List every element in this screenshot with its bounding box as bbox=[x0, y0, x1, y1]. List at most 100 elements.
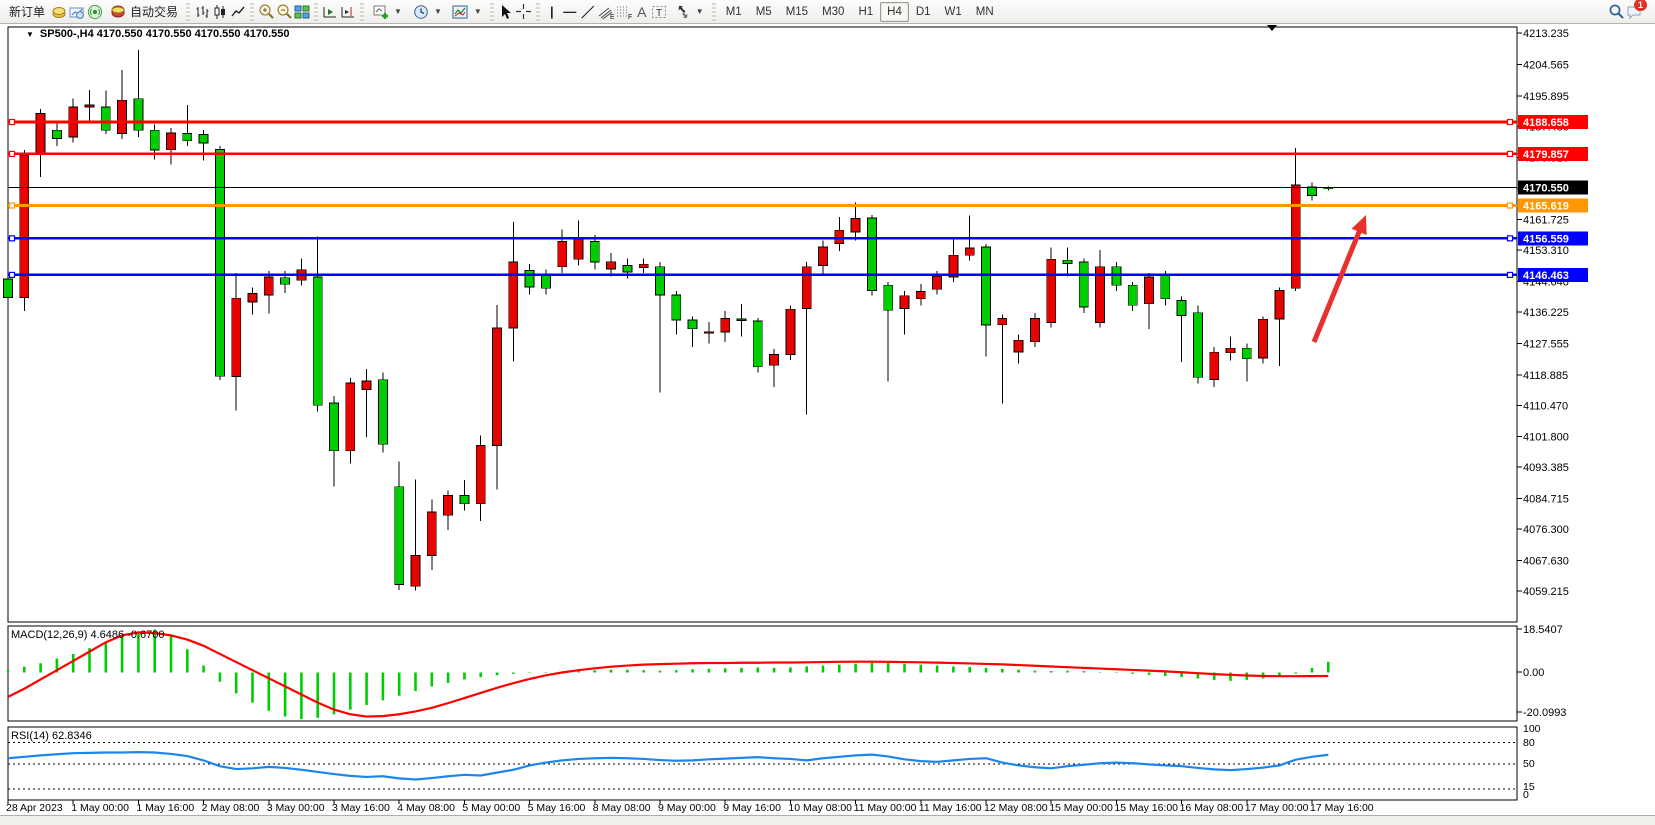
svg-text:5 May 16:00: 5 May 16:00 bbox=[528, 802, 586, 814]
arrows-button[interactable]: ▼ bbox=[669, 2, 709, 22]
arrows-icon bbox=[674, 3, 692, 20]
statusbar bbox=[0, 815, 1655, 825]
tab-timeframe-m5[interactable]: M5 bbox=[749, 2, 779, 22]
svg-text:0: 0 bbox=[1523, 789, 1529, 801]
main-toolbar: 新订单 自动交易 ▼ bbox=[0, 0, 1655, 24]
fibo-channel-icon[interactable]: E bbox=[597, 3, 615, 20]
zoom-in-icon[interactable] bbox=[257, 3, 275, 20]
svg-text:4118.885: 4118.885 bbox=[1523, 370, 1568, 382]
bar-chart-icon[interactable] bbox=[193, 3, 211, 20]
template-icon bbox=[452, 3, 470, 20]
tab-timeframe-w1[interactable]: W1 bbox=[938, 2, 969, 22]
svg-text:8 May 08:00: 8 May 08:00 bbox=[593, 802, 651, 814]
chat-icon[interactable]: 1 bbox=[1625, 3, 1643, 20]
svg-text:T: T bbox=[656, 8, 662, 19]
cursor-icon[interactable] bbox=[497, 3, 515, 20]
svg-text:4101.800: 4101.800 bbox=[1523, 432, 1569, 444]
tab-timeframe-d1[interactable]: D1 bbox=[909, 2, 938, 22]
label-icon[interactable]: T bbox=[651, 3, 669, 20]
svg-text:4156.559: 4156.559 bbox=[1523, 233, 1569, 245]
tab-timeframe-h1[interactable]: H1 bbox=[851, 2, 880, 22]
svg-text:4067.630: 4067.630 bbox=[1523, 556, 1569, 568]
svg-text:4195.895: 4195.895 bbox=[1523, 91, 1569, 103]
tab-timeframe-m15[interactable]: M15 bbox=[779, 2, 815, 22]
svg-text:4084.715: 4084.715 bbox=[1523, 494, 1569, 506]
svg-text:4 May 08:00: 4 May 08:00 bbox=[397, 802, 455, 814]
svg-text:4213.235: 4213.235 bbox=[1523, 28, 1569, 40]
chart-title[interactable]: ▼ SP500-,H4 4170.550 4170.550 4170.550 4… bbox=[26, 28, 289, 40]
svg-text:0.00: 0.00 bbox=[1523, 667, 1544, 679]
chart-shift-icon[interactable] bbox=[321, 3, 339, 20]
svg-text:3 May 16:00: 3 May 16:00 bbox=[332, 802, 390, 814]
macd-indicator-label: MACD(12,26,9) 4.6486 -0.6700 bbox=[11, 629, 164, 641]
horizontal-line-icon[interactable]: — bbox=[561, 3, 579, 20]
accounts-icon[interactable] bbox=[68, 3, 86, 20]
svg-text:4153.310: 4153.310 bbox=[1523, 245, 1569, 257]
svg-text:4110.470: 4110.470 bbox=[1523, 400, 1568, 412]
svg-text:17 May 00:00: 17 May 00:00 bbox=[1245, 802, 1309, 814]
tab-timeframe-m1[interactable]: M1 bbox=[719, 2, 749, 22]
svg-text:4146.463: 4146.463 bbox=[1523, 270, 1569, 282]
svg-text:3 May 00:00: 3 May 00:00 bbox=[267, 802, 325, 814]
zoom-out-icon[interactable] bbox=[275, 3, 293, 20]
chevron-down-icon: ▼ bbox=[26, 30, 34, 39]
text-icon[interactable]: A bbox=[633, 3, 651, 20]
svg-text:4136.225: 4136.225 bbox=[1523, 307, 1569, 319]
signal-icon[interactable] bbox=[86, 3, 104, 20]
svg-text:50: 50 bbox=[1523, 758, 1535, 770]
rsi-indicator-label: RSI(14) 62.8346 bbox=[11, 730, 92, 742]
svg-text:1 May 00:00: 1 May 00:00 bbox=[71, 802, 129, 814]
svg-text:9 May 16:00: 9 May 16:00 bbox=[723, 802, 781, 814]
new-chart-button[interactable]: ▼ bbox=[367, 2, 407, 22]
chart-canvas[interactable]: 4213.2354204.5654195.8954187.4804178.810… bbox=[0, 0, 1655, 825]
tile-windows-icon[interactable] bbox=[293, 3, 311, 20]
svg-text:15 May 16:00: 15 May 16:00 bbox=[1114, 802, 1178, 814]
new-order-button[interactable]: 新订单 bbox=[4, 2, 50, 22]
new-order-icon[interactable] bbox=[50, 3, 68, 20]
svg-text:18.5407: 18.5407 bbox=[1523, 624, 1563, 636]
line-chart-icon[interactable] bbox=[229, 3, 247, 20]
svg-text:9 May 00:00: 9 May 00:00 bbox=[658, 802, 716, 814]
svg-text:4179.857: 4179.857 bbox=[1523, 149, 1569, 161]
svg-text:15 May 00:00: 15 May 00:00 bbox=[1049, 802, 1113, 814]
chart-autoscroll-icon[interactable] bbox=[339, 3, 357, 20]
vertical-line-icon[interactable]: | bbox=[543, 3, 561, 20]
svg-text:4170.550: 4170.550 bbox=[1523, 183, 1569, 195]
svg-text:16 May 08:00: 16 May 08:00 bbox=[1180, 802, 1244, 814]
template-button[interactable]: ▼ bbox=[447, 2, 487, 22]
tab-timeframe-mn[interactable]: MN bbox=[969, 2, 1001, 22]
autotrade-icon bbox=[109, 3, 127, 20]
notification-badge: 1 bbox=[1634, 0, 1647, 11]
svg-text:10 May 08:00: 10 May 08:00 bbox=[788, 802, 852, 814]
svg-text:4204.565: 4204.565 bbox=[1523, 59, 1569, 71]
search-icon[interactable] bbox=[1607, 3, 1625, 20]
tab-timeframe-m30[interactable]: M30 bbox=[815, 2, 851, 22]
svg-text:1 May 16:00: 1 May 16:00 bbox=[136, 802, 194, 814]
period-button[interactable]: ▼ bbox=[407, 2, 447, 22]
svg-text:F: F bbox=[628, 14, 632, 20]
svg-text:4127.555: 4127.555 bbox=[1523, 338, 1569, 350]
svg-text:4059.215: 4059.215 bbox=[1523, 586, 1569, 598]
svg-text:4188.658: 4188.658 bbox=[1523, 117, 1569, 129]
period-icon bbox=[412, 3, 430, 20]
new-chart-icon bbox=[372, 3, 390, 20]
svg-text:5 May 00:00: 5 May 00:00 bbox=[462, 802, 520, 814]
autotrade-button[interactable]: 自动交易 bbox=[104, 2, 183, 22]
svg-text:4093.385: 4093.385 bbox=[1523, 462, 1569, 474]
candlestick-icon[interactable] bbox=[211, 3, 229, 20]
svg-text:80: 80 bbox=[1523, 737, 1535, 749]
svg-text:17 May 16:00: 17 May 16:00 bbox=[1310, 802, 1374, 814]
fibo-icon[interactable]: F bbox=[615, 3, 633, 20]
svg-text:11 May 16:00: 11 May 16:00 bbox=[919, 802, 982, 814]
svg-text:11 May 00:00: 11 May 00:00 bbox=[854, 802, 917, 814]
svg-text:4161.725: 4161.725 bbox=[1523, 215, 1569, 227]
trendline-icon[interactable]: ／ bbox=[579, 3, 597, 20]
tab-timeframe-h4[interactable]: H4 bbox=[880, 2, 909, 22]
svg-text:12 May 08:00: 12 May 08:00 bbox=[984, 802, 1048, 814]
svg-text:100: 100 bbox=[1523, 723, 1541, 735]
svg-text:4076.300: 4076.300 bbox=[1523, 524, 1569, 536]
svg-text:2 May 08:00: 2 May 08:00 bbox=[202, 802, 260, 814]
svg-text:4165.619: 4165.619 bbox=[1523, 201, 1569, 213]
crosshair-icon[interactable] bbox=[515, 3, 533, 20]
chart-title-text: SP500-,H4 4170.550 4170.550 4170.550 417… bbox=[40, 28, 290, 40]
